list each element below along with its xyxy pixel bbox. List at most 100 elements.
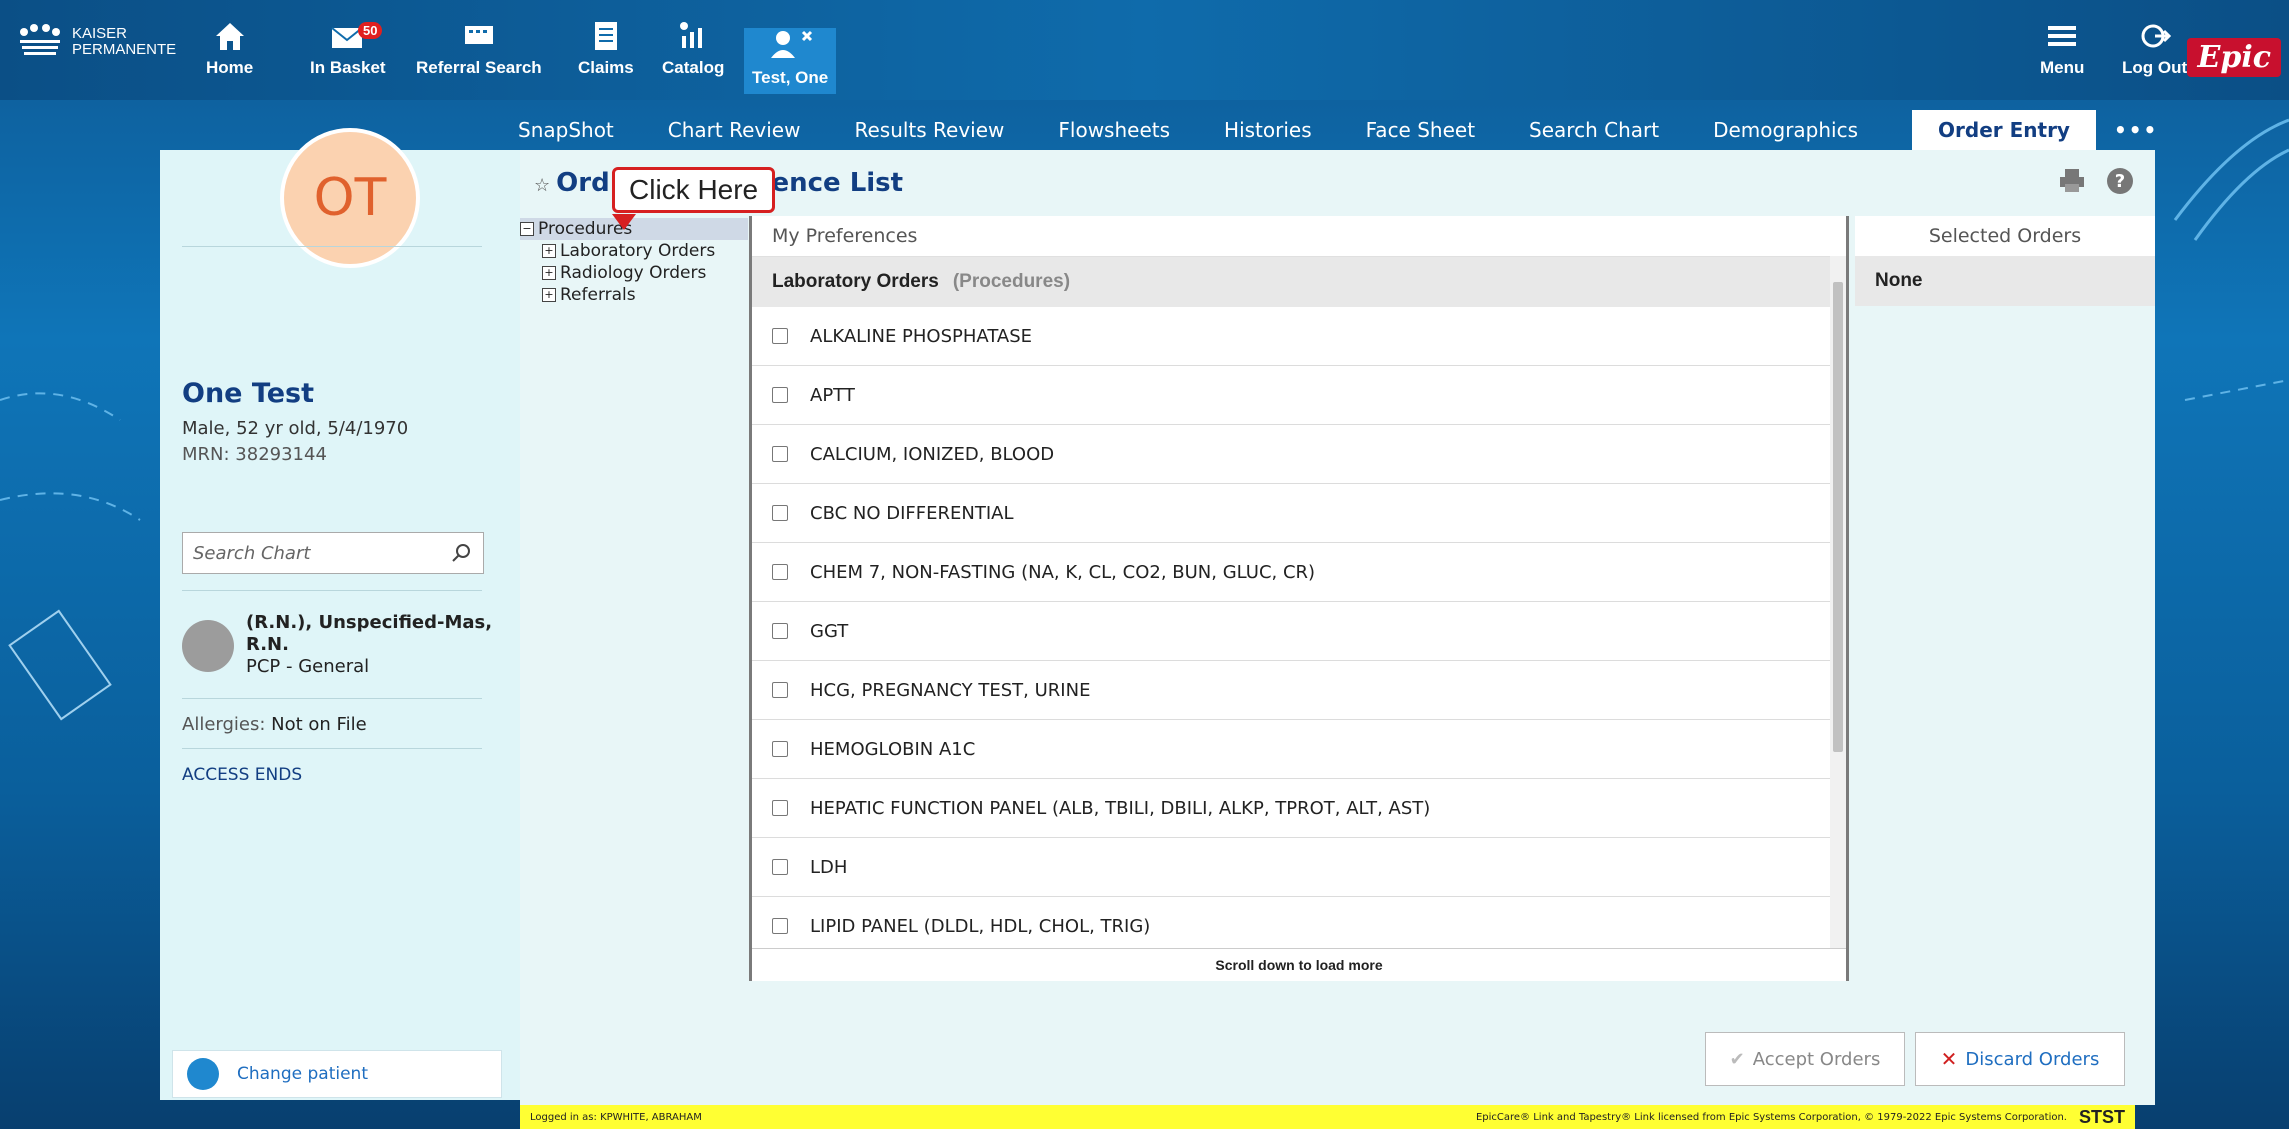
selected-orders-panel: Selected Orders None: [1855, 216, 2155, 981]
order-row[interactable]: HEPATIC FUNCTION PANEL (ALB, TBILI, DBIL…: [752, 779, 1846, 838]
search-chart-input[interactable]: Search Chart: [182, 532, 484, 574]
patient-tab-button[interactable]: Test, One: [744, 28, 837, 94]
tab-results-review[interactable]: Results Review: [854, 118, 1004, 142]
in-basket-label: In Basket: [310, 58, 386, 77]
order-label: ALKALINE PHOSPHATASE: [810, 325, 1033, 347]
patient-avatar: OT: [280, 128, 420, 268]
tree-node-referrals[interactable]: + Referrals: [542, 284, 748, 306]
order-label: LDH: [810, 856, 848, 878]
print-icon[interactable]: [2057, 166, 2087, 196]
in-basket-badge: 50: [358, 22, 383, 39]
order-label: GGT: [810, 620, 849, 642]
tab-order-entry[interactable]: Order Entry: [1912, 110, 2096, 150]
log-out-label: Log Out: [2122, 58, 2188, 77]
order-row[interactable]: APTT: [752, 366, 1846, 425]
change-patient-icon: [187, 1058, 219, 1090]
pcp-role: PCP - General: [246, 656, 370, 677]
order-row[interactable]: HEMOGLOBIN A1C: [752, 720, 1846, 779]
order-label: CALCIUM, IONIZED, BLOOD: [810, 443, 1055, 465]
catalog-button[interactable]: Catalog: [662, 18, 724, 78]
in-basket-button[interactable]: 50 In Basket: [310, 18, 386, 78]
accept-orders-button[interactable]: ✔ Accept Orders: [1705, 1032, 1905, 1086]
top-navigation-bar: KAISER PERMANENTE Home 50 In Basket Refe…: [0, 0, 2289, 100]
order-row[interactable]: LDH: [752, 838, 1846, 897]
section-subtitle: (Procedures): [952, 271, 1071, 292]
patient-info: Male, 52 yr old, 5/4/1970 MRN: 38293144: [182, 416, 408, 468]
tab-demographics[interactable]: Demographics: [1713, 118, 1858, 142]
tab-search-chart[interactable]: Search Chart: [1529, 118, 1659, 142]
click-here-callout: Click Here: [612, 167, 776, 213]
tab-snapshot[interactable]: SnapShot: [518, 118, 614, 142]
document-icon: [594, 22, 617, 50]
home-button[interactable]: Home: [206, 18, 253, 78]
order-checkbox[interactable]: [772, 800, 788, 816]
allergies-value: Not on File: [271, 714, 367, 735]
expand-icon[interactable]: +: [542, 266, 556, 280]
org-line2: PERMANENTE: [72, 41, 177, 58]
background-decoration-right: [2173, 118, 2289, 401]
tabs-more-button[interactable]: •••: [2114, 118, 2158, 142]
log-out-icon: [2141, 24, 2171, 48]
change-patient-button[interactable]: Change patient: [172, 1050, 502, 1098]
order-checkbox[interactable]: [772, 564, 788, 580]
menu-button[interactable]: Menu: [2040, 18, 2084, 78]
expand-icon[interactable]: +: [542, 288, 556, 302]
tree-label: Laboratory Orders: [560, 241, 716, 261]
status-bar: Logged in as: KPWHITE, ABRAHAM EpicCare®…: [520, 1105, 2135, 1129]
order-row[interactable]: GGT: [752, 602, 1846, 661]
order-checkbox[interactable]: [772, 741, 788, 757]
license-text: EpicCare® Link and Tapestry® Link licens…: [1475, 1111, 2067, 1123]
claims-label: Claims: [578, 58, 634, 77]
order-row[interactable]: HCG, PREGNANCY TEST, URINE: [752, 661, 1846, 720]
pin-icon[interactable]: ☆: [534, 175, 550, 196]
order-label: CHEM 7, NON-FASTING (NA, K, CL, CO2, BUN…: [810, 561, 1316, 583]
patient-name[interactable]: One Test: [182, 378, 314, 409]
order-checkbox[interactable]: [772, 859, 788, 875]
pcp-name[interactable]: (R.N.), Unspecified-Mas, R.N.: [246, 612, 506, 656]
divider: [182, 246, 482, 247]
log-out-button[interactable]: Log Out: [2122, 18, 2187, 78]
page-title-left: Ord: [556, 168, 610, 198]
accept-orders-label: Accept Orders: [1752, 1048, 1881, 1070]
scroll-load-more[interactable]: Scroll down to load more: [752, 948, 1846, 981]
selected-orders-empty: None: [1855, 256, 2155, 306]
search-icon[interactable]: [449, 541, 473, 565]
expand-icon[interactable]: +: [542, 244, 556, 258]
list-scrollbar[interactable]: [1830, 256, 1846, 948]
tree-node-laboratory-orders[interactable]: + Laboratory Orders: [542, 240, 748, 262]
page-actions: ?: [2057, 166, 2135, 196]
preferences-section-header: Laboratory Orders (Procedures): [752, 257, 1846, 307]
order-checkbox[interactable]: [772, 682, 788, 698]
tree-node-radiology-orders[interactable]: + Radiology Orders: [542, 262, 748, 284]
allergies[interactable]: Allergies: Not on File: [182, 714, 367, 735]
order-row[interactable]: ALKALINE PHOSPHATASE: [752, 307, 1846, 366]
referral-search-button[interactable]: Referral Search: [416, 18, 542, 78]
order-checkbox[interactable]: [772, 505, 788, 521]
help-icon[interactable]: ?: [2105, 166, 2135, 196]
order-row[interactable]: CALCIUM, IONIZED, BLOOD: [752, 425, 1846, 484]
discard-orders-button[interactable]: ✕ Discard Orders: [1915, 1032, 2125, 1086]
selected-orders-header: Selected Orders: [1855, 216, 2155, 256]
order-checkbox[interactable]: [772, 328, 788, 344]
tab-chart-review[interactable]: Chart Review: [668, 118, 801, 142]
allergies-label: Allergies:: [182, 714, 266, 735]
scrollbar-thumb[interactable]: [1833, 282, 1843, 752]
claims-button[interactable]: Claims: [578, 18, 634, 78]
tab-histories[interactable]: Histories: [1224, 118, 1312, 142]
collapse-icon[interactable]: −: [520, 222, 534, 236]
order-checkbox[interactable]: [772, 446, 788, 462]
order-row[interactable]: CHEM 7, NON-FASTING (NA, K, CL, CO2, BUN…: [752, 543, 1846, 602]
divider: [182, 698, 482, 699]
kaiser-logo-icon: [20, 24, 60, 55]
order-checkbox[interactable]: [772, 623, 788, 639]
order-row[interactable]: CBC NO DIFFERENTIAL: [752, 484, 1846, 543]
svg-text:?: ?: [2115, 171, 2125, 192]
pcp-avatar: [182, 620, 234, 672]
order-checkbox[interactable]: [772, 918, 788, 934]
order-checkbox[interactable]: [772, 387, 788, 403]
tab-face-sheet[interactable]: Face Sheet: [1366, 118, 1475, 142]
search-chart-placeholder: Search Chart: [193, 542, 311, 564]
tab-flowsheets[interactable]: Flowsheets: [1058, 118, 1170, 142]
order-label: HEMOGLOBIN A1C: [810, 738, 976, 760]
environment-badge: STST: [2078, 1106, 2125, 1127]
